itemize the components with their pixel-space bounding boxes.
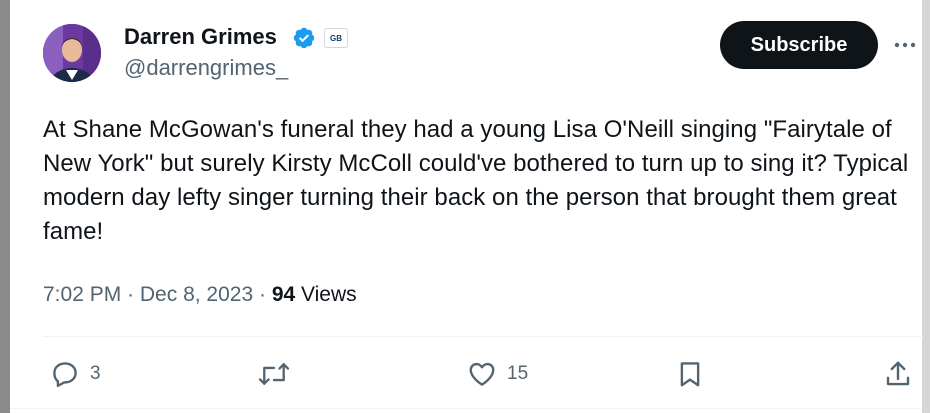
share-icon [886,361,910,386]
tweet-text: At Shane McGowan's funeral they had a yo… [43,116,909,245]
share-button[interactable] [883,357,913,391]
views-label: Views [301,283,357,306]
tweet-date[interactable]: Dec 8, 2023 [140,283,253,306]
meta-separator: · [258,283,272,306]
divider [43,336,923,337]
like-button[interactable]: 15 [467,357,528,391]
left-window-edge [0,0,10,413]
views-count: 94 [271,283,296,306]
meta-separator: · [127,283,140,306]
tweet-meta: 7:02 PM · Dec 8, 2023 · 94 Views [43,283,357,307]
reply-count: 3 [90,363,101,384]
retweet-icon [258,363,290,385]
bottom-divider [10,408,922,409]
tweet-time[interactable]: 7:02 PM [43,283,121,306]
right-window-edge [922,0,930,413]
org-affiliation-badge[interactable]: GB [324,28,348,48]
subscribe-button[interactable]: Subscribe [720,21,878,69]
like-icon [469,362,495,386]
reply-icon [53,362,77,388]
org-badge-label: GB [330,33,342,43]
more-options-icon[interactable] [890,30,920,60]
bookmark-button[interactable] [675,357,705,391]
retweet-button[interactable] [257,357,291,391]
like-count: 15 [507,363,529,384]
author-handle[interactable]: @darrengrimes_ [124,55,288,81]
avatar[interactable] [43,24,101,82]
reply-button[interactable]: 3 [50,357,101,391]
verified-badge-icon [293,27,315,49]
author-name[interactable]: Darren Grimes [124,24,277,50]
bookmark-icon [680,362,700,387]
